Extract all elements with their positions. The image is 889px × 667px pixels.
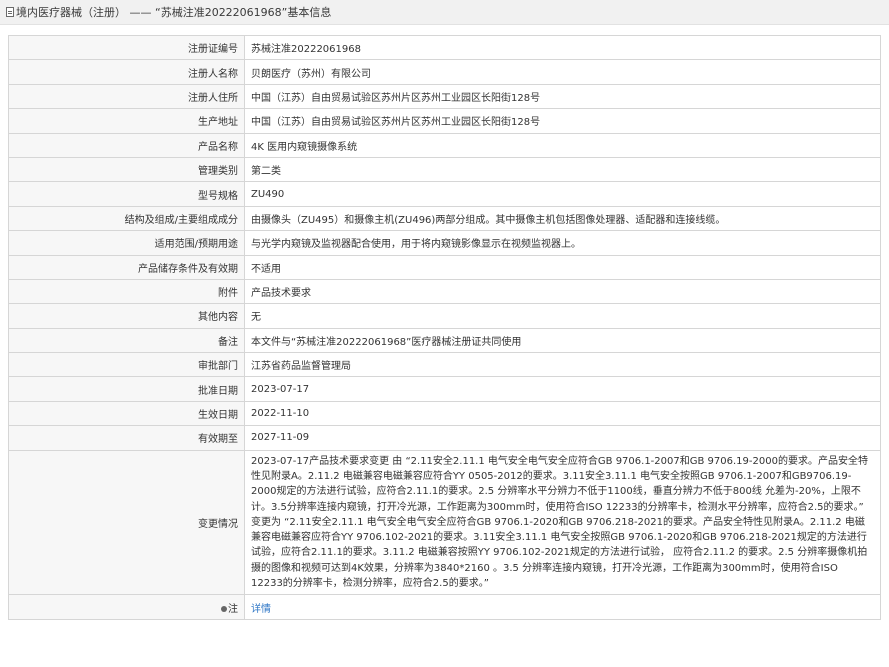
changes-row: 变更情况 2023-07-17产品技术要求变更 由 “2.11安全2.11.1 …	[8, 449, 881, 596]
table-row: 备注 本文件与“苏械注准20222061968”医疗器械注册证共同使用	[8, 327, 881, 354]
row-label: 其他内容	[8, 303, 245, 329]
row-label: 管理类别	[8, 156, 245, 183]
table-row: 管理类别 第二类	[8, 156, 881, 183]
table-row: 生产地址 中国（江苏）自由贸易试验区苏州片区苏州工业园区长阳街128号	[8, 108, 881, 134]
changes-label: 变更情况	[8, 449, 245, 596]
row-label: 审批部门	[8, 352, 245, 378]
table-row: 批准日期 2023-07-17	[8, 376, 881, 402]
row-label: 注册人名称	[8, 59, 245, 85]
row-value: 中国（江苏）自由贸易试验区苏州片区苏州工业园区长阳街128号	[244, 83, 881, 110]
row-label: 适用范围/预期用途	[8, 230, 245, 256]
row-value: 2027-11-09	[244, 425, 881, 451]
document-icon	[6, 7, 14, 17]
table-row: 适用范围/预期用途 与光学内窥镜及监视器配合使用，用于将内窥镜影像显示在视频监视…	[8, 230, 881, 256]
details-link[interactable]: 详情	[251, 604, 271, 615]
row-value: 苏械注准20222061968	[244, 34, 881, 61]
row-label: 注册证编号	[8, 34, 245, 61]
row-label: 型号规格	[8, 181, 245, 207]
row-value: 江苏省药品监督管理局	[244, 352, 881, 378]
table-row: 审批部门 江苏省药品监督管理局	[8, 352, 881, 378]
row-label: 结构及组成/主要组成成分	[8, 205, 245, 232]
row-label: 生产地址	[8, 108, 245, 134]
row-value: 2023-07-17	[244, 376, 881, 402]
row-value: 无	[244, 303, 881, 329]
row-label: 备注	[8, 327, 245, 354]
row-label: 产品名称	[8, 132, 245, 158]
row-value: 产品技术要求	[244, 278, 881, 305]
table-row: 产品名称 4K 医用内窥镜摄像系统	[8, 132, 881, 158]
table-row: 生效日期 2022-11-10	[8, 400, 881, 427]
row-value: 由摄像头（ZU495）和摄像主机(ZU496)两部分组成。其中摄像主机包括图像处…	[244, 205, 881, 232]
page-header: 境内医疗器械（注册） —— “苏械注准20222061968”基本信息	[0, 0, 889, 25]
table-row: 型号规格 ZU490	[8, 181, 881, 207]
row-label: 注册人住所	[8, 83, 245, 110]
row-value: 2022-11-10	[244, 400, 881, 427]
info-table: 注册证编号 苏械注准20222061968 注册人名称 贝朗医疗（苏州）有限公司…	[8, 34, 881, 620]
note-row: 注 详情	[8, 594, 881, 620]
note-value-cell: 详情	[244, 594, 881, 620]
row-value: 第二类	[244, 156, 881, 183]
changes-value: 2023-07-17产品技术要求变更 由 “2.11安全2.11.1 电气安全电…	[244, 449, 881, 596]
pin-icon	[221, 605, 227, 612]
row-value: 贝朗医疗（苏州）有限公司	[244, 59, 881, 85]
row-label: 批准日期	[8, 376, 245, 402]
row-value: 4K 医用内窥镜摄像系统	[244, 132, 881, 158]
row-value: 与光学内窥镜及监视器配合使用，用于将内窥镜影像显示在视频监视器上。	[244, 230, 881, 256]
row-label: 有效期至	[8, 425, 245, 451]
table-row: 附件 产品技术要求	[8, 278, 881, 305]
table-row: 产品储存条件及有效期 不适用	[8, 254, 881, 280]
note-label: 注	[228, 603, 238, 615]
page-title: 境内医疗器械（注册） —— “苏械注准20222061968”基本信息	[16, 6, 332, 19]
table-row: 其他内容 无	[8, 303, 881, 329]
row-value: 本文件与“苏械注准20222061968”医疗器械注册证共同使用	[244, 327, 881, 354]
row-value: ZU490	[244, 181, 881, 207]
row-label: 生效日期	[8, 400, 245, 427]
table-row: 结构及组成/主要组成成分 由摄像头（ZU495）和摄像主机(ZU496)两部分组…	[8, 205, 881, 232]
table-row: 有效期至 2027-11-09	[8, 425, 881, 451]
row-value: 中国（江苏）自由贸易试验区苏州片区苏州工业园区长阳街128号	[244, 108, 881, 134]
table-row: 注册人住所 中国（江苏）自由贸易试验区苏州片区苏州工业园区长阳街128号	[8, 83, 881, 110]
table-row: 注册人名称 贝朗医疗（苏州）有限公司	[8, 59, 881, 85]
row-label: 附件	[8, 278, 245, 305]
note-label-cell: 注	[8, 594, 245, 620]
table-row: 注册证编号 苏械注准20222061968	[8, 34, 881, 61]
row-label: 产品储存条件及有效期	[8, 254, 245, 280]
row-value: 不适用	[244, 254, 881, 280]
